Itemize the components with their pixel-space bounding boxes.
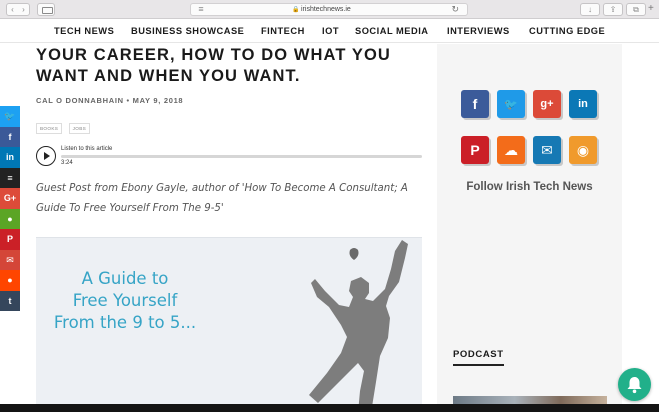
rss-icon[interactable]: ◉ <box>569 136 597 164</box>
nav-cutting-edge[interactable]: CUTTING EDGE <box>529 26 605 36</box>
twitter-icon[interactable]: 🐦 <box>0 106 20 127</box>
hero-line-3: From the 9 to 5... <box>53 313 197 332</box>
nav-tech-news[interactable]: TECH NEWS <box>54 26 114 36</box>
hero-line-1: A Guide to <box>81 269 169 288</box>
sidebar: f 🐦 g+ in P ☁ ✉ ◉ Follow Irish Tech News PODCAS… <box>437 44 622 412</box>
google-plus-icon[interactable]: G+ <box>0 188 20 209</box>
browser-toolbar: ‹ › 🔒 irishtechnews.ie ↻ ≡ ↓ ⇪ ⧉ + <box>0 0 659 19</box>
tumblr-icon[interactable]: t <box>0 290 20 311</box>
nav-interviews[interactable]: INTERVIEWS <box>447 26 510 36</box>
download-icon[interactable]: ↓ <box>580 3 600 16</box>
pinterest-icon[interactable]: P <box>0 229 20 250</box>
article-title: YOUR CAREER, HOW TO DO WHAT YOU WANT AND… <box>36 46 391 85</box>
address-bar[interactable]: 🔒 irishtechnews.ie ↻ <box>190 3 468 16</box>
article: YOUR CAREER, HOW TO DO WHAT YOU WANT AND… <box>36 45 426 214</box>
hero-image-text: A Guide to Free Yourself From the 9 to 5… <box>50 268 200 334</box>
back-forward-buttons[interactable]: ‹ › <box>6 3 30 16</box>
share-icon[interactable]: ⇪ <box>603 3 623 16</box>
linkedin-icon[interactable]: in <box>0 147 20 168</box>
buffer-icon[interactable]: ≡ <box>0 167 20 188</box>
sidebar-toggle-icon[interactable] <box>37 3 55 16</box>
audio-player: Listen to this article 3:24 <box>36 146 422 168</box>
bottom-bar <box>0 404 659 412</box>
url-text: irishtechnews.ie <box>301 6 351 13</box>
play-button[interactable] <box>36 146 56 166</box>
tag-jobs[interactable]: JOBS <box>68 123 91 134</box>
follow-label: Follow Irish Tech News <box>466 181 593 193</box>
hero-image: A Guide to Free Yourself From the 9 to 5… <box>36 237 422 412</box>
main-navigation: TECH NEWS BUSINESS SHOWCASE FINTECH IOT … <box>0 19 659 43</box>
reader-menu-icon[interactable]: ≡ <box>195 4 207 14</box>
jumping-woman-silhouette <box>309 240 408 412</box>
podcast-heading: PODCAST <box>453 349 504 366</box>
new-tab-icon[interactable]: + <box>648 3 654 14</box>
hero-line-2: Free Yourself <box>72 291 178 310</box>
nav-social-media[interactable]: SOCIAL MEDIA <box>355 26 429 36</box>
publish-date: MAY 9, 2018 <box>132 96 184 105</box>
pinterest-icon[interactable]: P <box>461 136 489 164</box>
reload-icon[interactable]: ↻ <box>451 4 459 15</box>
twitter-icon[interactable]: 🐦 <box>497 90 525 118</box>
back-icon[interactable]: ‹ <box>7 4 18 15</box>
article-meta: CAL O DONNABHAIN • MAY 9, 2018 <box>36 96 426 105</box>
tabs-icon[interactable]: ⧉ <box>626 3 646 16</box>
reddit-icon[interactable]: ● <box>0 270 20 291</box>
nav-iot[interactable]: IOT <box>322 26 339 36</box>
lock-icon: 🔒 <box>292 7 300 13</box>
social-share-bar: 🐦 f in ≡ G+ ● P ✉ ● t <box>0 106 20 311</box>
audio-progress-track[interactable] <box>61 155 422 158</box>
linkedin-icon[interactable]: in <box>569 90 597 118</box>
facebook-icon[interactable]: f <box>461 90 489 118</box>
google-plus-icon[interactable]: g+ <box>533 90 561 118</box>
email-icon[interactable]: ✉ <box>0 249 20 270</box>
nav-fintech[interactable]: FINTECH <box>261 26 305 36</box>
article-lead: Guest Post from Ebony Gayle, author of '… <box>36 183 408 214</box>
facebook-icon[interactable]: f <box>0 126 20 147</box>
bell-icon <box>627 376 642 393</box>
author-link[interactable]: CAL O DONNABHAIN <box>36 96 124 105</box>
evernote-icon[interactable]: ● <box>0 208 20 229</box>
tag-books[interactable]: BOOKS <box>36 123 63 134</box>
forward-icon[interactable]: › <box>18 4 29 15</box>
nav-business-showcase[interactable]: BUSINESS SHOWCASE <box>131 26 244 36</box>
play-icon <box>44 152 50 160</box>
listen-label: Listen to this article <box>61 146 113 152</box>
audio-duration: 3:24 <box>61 160 73 166</box>
soundcloud-icon[interactable]: ☁ <box>497 136 525 164</box>
notification-bell-button[interactable] <box>618 368 651 401</box>
tag-list: BOOKS JOBS <box>36 117 92 135</box>
email-icon[interactable]: ✉ <box>533 136 561 164</box>
